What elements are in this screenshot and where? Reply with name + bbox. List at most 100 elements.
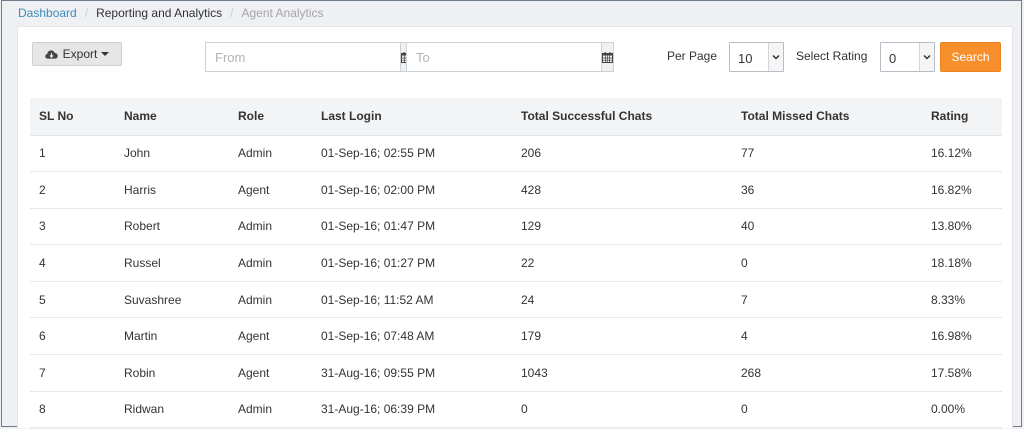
cell-sl-no: 5	[30, 281, 115, 319]
cell-role: Admin	[229, 281, 312, 319]
cell-successful-chats: 1043	[512, 354, 732, 392]
cell-role: Admin	[229, 135, 312, 173]
cell-last-login: 31-Aug-16; 06:39 PM	[312, 391, 512, 429]
export-button-label: Export	[62, 47, 98, 61]
cell-last-login: 01-Sep-16; 02:00 PM	[312, 171, 512, 209]
cell-role: Agent	[229, 171, 312, 209]
cell-missed-chats: 268	[732, 354, 922, 392]
cell-sl-no: 6	[30, 317, 115, 356]
breadcrumb-reporting[interactable]: Reporting and Analytics	[96, 6, 222, 20]
cell-rating: 16.98%	[922, 317, 1002, 356]
cell-role: Admin	[229, 244, 312, 282]
table-row: 8 Ridwan Admin 31-Aug-16; 06:39 PM 0 0 0…	[30, 391, 1002, 429]
from-date-input[interactable]	[205, 42, 400, 72]
cell-rating: 0.00%	[922, 391, 1002, 429]
column-header-sl-no[interactable]: SL No	[30, 98, 115, 136]
column-header-successful-chats[interactable]: Total Successful Chats	[512, 98, 732, 136]
breadcrumb-separator: /	[230, 6, 234, 20]
select-rating-label: Select Rating	[796, 49, 868, 63]
cell-successful-chats: 0	[512, 391, 732, 429]
cell-rating: 8.33%	[922, 281, 1002, 319]
cell-successful-chats: 129	[512, 208, 732, 246]
cell-sl-no: 7	[30, 354, 115, 392]
cell-role: Admin	[229, 391, 312, 429]
per-page-label: Per Page	[667, 49, 718, 63]
rating-select[interactable]: 0	[880, 42, 935, 72]
cell-missed-chats: 77	[732, 135, 922, 173]
search-button[interactable]: Search	[940, 42, 1001, 72]
cell-rating: 18.18%	[922, 244, 1002, 282]
cell-name: Ridwan	[115, 391, 229, 429]
table-row: 4 Russel Admin 01-Sep-16; 01:27 PM 22 0 …	[30, 244, 1002, 282]
column-header-role[interactable]: Role	[229, 98, 312, 136]
per-page-value: 10	[738, 51, 753, 66]
cell-name: Robin	[115, 354, 229, 392]
table-row: 1 John Admin 01-Sep-16; 02:55 PM 206 77 …	[30, 135, 1002, 173]
cell-name: Suvashree	[115, 281, 229, 319]
cell-role: Agent	[229, 317, 312, 356]
cell-sl-no: 8	[30, 391, 115, 429]
column-header-last-login[interactable]: Last Login	[312, 98, 512, 136]
to-date-input[interactable]	[406, 42, 601, 72]
cell-missed-chats: 0	[732, 244, 922, 282]
cell-name: John	[115, 135, 229, 173]
cell-missed-chats: 36	[732, 171, 922, 209]
cell-successful-chats: 24	[512, 281, 732, 319]
chevron-down-icon	[919, 43, 934, 71]
cell-missed-chats: 0	[732, 391, 922, 429]
cell-sl-no: 2	[30, 171, 115, 209]
cell-last-login: 01-Sep-16; 02:55 PM	[312, 135, 512, 173]
cloud-download-icon	[44, 49, 58, 59]
cell-last-login: 01-Sep-16; 01:47 PM	[312, 208, 512, 246]
cell-last-login: 01-Sep-16; 01:27 PM	[312, 244, 512, 282]
caret-down-icon	[101, 52, 110, 56]
to-date-group	[406, 42, 614, 72]
cell-role: Admin	[229, 208, 312, 246]
column-header-name[interactable]: Name	[115, 98, 229, 136]
to-calendar-button[interactable]	[601, 42, 614, 72]
per-page-select[interactable]: 10	[729, 42, 784, 72]
cell-rating: 17.58%	[922, 354, 1002, 392]
table-row: 5 Suvashree Admin 01-Sep-16; 11:52 AM 24…	[30, 281, 1002, 319]
table-row: 7 Robin Agent 31-Aug-16; 09:55 PM 1043 2…	[30, 354, 1002, 392]
cell-successful-chats: 206	[512, 135, 732, 173]
table-row: 2 Harris Agent 01-Sep-16; 02:00 PM 428 3…	[30, 171, 1002, 209]
breadcrumb-separator: /	[84, 6, 89, 20]
breadcrumb-current: Agent Analytics	[241, 6, 324, 20]
analytics-panel: Export From To Per Page 10 Select Rating…	[17, 26, 1013, 429]
cell-successful-chats: 179	[512, 317, 732, 356]
cell-last-login: 01-Sep-16; 07:48 AM	[312, 317, 512, 356]
cell-rating: 16.12%	[922, 135, 1002, 173]
cell-sl-no: 1	[30, 135, 115, 173]
cell-name: Russel	[115, 244, 229, 282]
cell-name: Robert	[115, 208, 229, 246]
cell-role: Agent	[229, 354, 312, 392]
app-frame: Dashboard / Reporting and Analytics / Ag…	[1, 0, 1022, 429]
calendar-icon	[602, 51, 613, 63]
table-row: 6 Martin Agent 01-Sep-16; 07:48 AM 179 4…	[30, 317, 1002, 356]
cell-rating: 16.82%	[922, 171, 1002, 209]
breadcrumb: Dashboard / Reporting and Analytics / Ag…	[18, 5, 324, 21]
table-header-row: SL No Name Role Last Login Total Success…	[30, 98, 1002, 136]
agent-analytics-table: SL No Name Role Last Login Total Success…	[30, 98, 1002, 429]
from-date-group	[205, 42, 413, 72]
cell-missed-chats: 4	[732, 317, 922, 356]
table-row: 3 Robert Admin 01-Sep-16; 01:47 PM 129 4…	[30, 208, 1002, 246]
cell-last-login: 31-Aug-16; 09:55 PM	[312, 354, 512, 392]
breadcrumb-dashboard-link[interactable]: Dashboard	[18, 6, 77, 20]
column-header-rating[interactable]: Rating	[922, 98, 1002, 136]
cell-successful-chats: 22	[512, 244, 732, 282]
cell-name: Harris	[115, 171, 229, 209]
cell-last-login: 01-Sep-16; 11:52 AM	[312, 281, 512, 319]
cell-successful-chats: 428	[512, 171, 732, 209]
cell-sl-no: 4	[30, 244, 115, 282]
cell-missed-chats: 40	[732, 208, 922, 246]
export-button[interactable]: Export	[32, 42, 122, 66]
cell-missed-chats: 7	[732, 281, 922, 319]
cell-rating: 13.80%	[922, 208, 1002, 246]
cell-name: Martin	[115, 317, 229, 356]
cell-sl-no: 3	[30, 208, 115, 246]
column-header-missed-chats[interactable]: Total Missed Chats	[732, 98, 922, 136]
chevron-down-icon	[768, 43, 783, 71]
rating-value: 0	[889, 51, 897, 66]
